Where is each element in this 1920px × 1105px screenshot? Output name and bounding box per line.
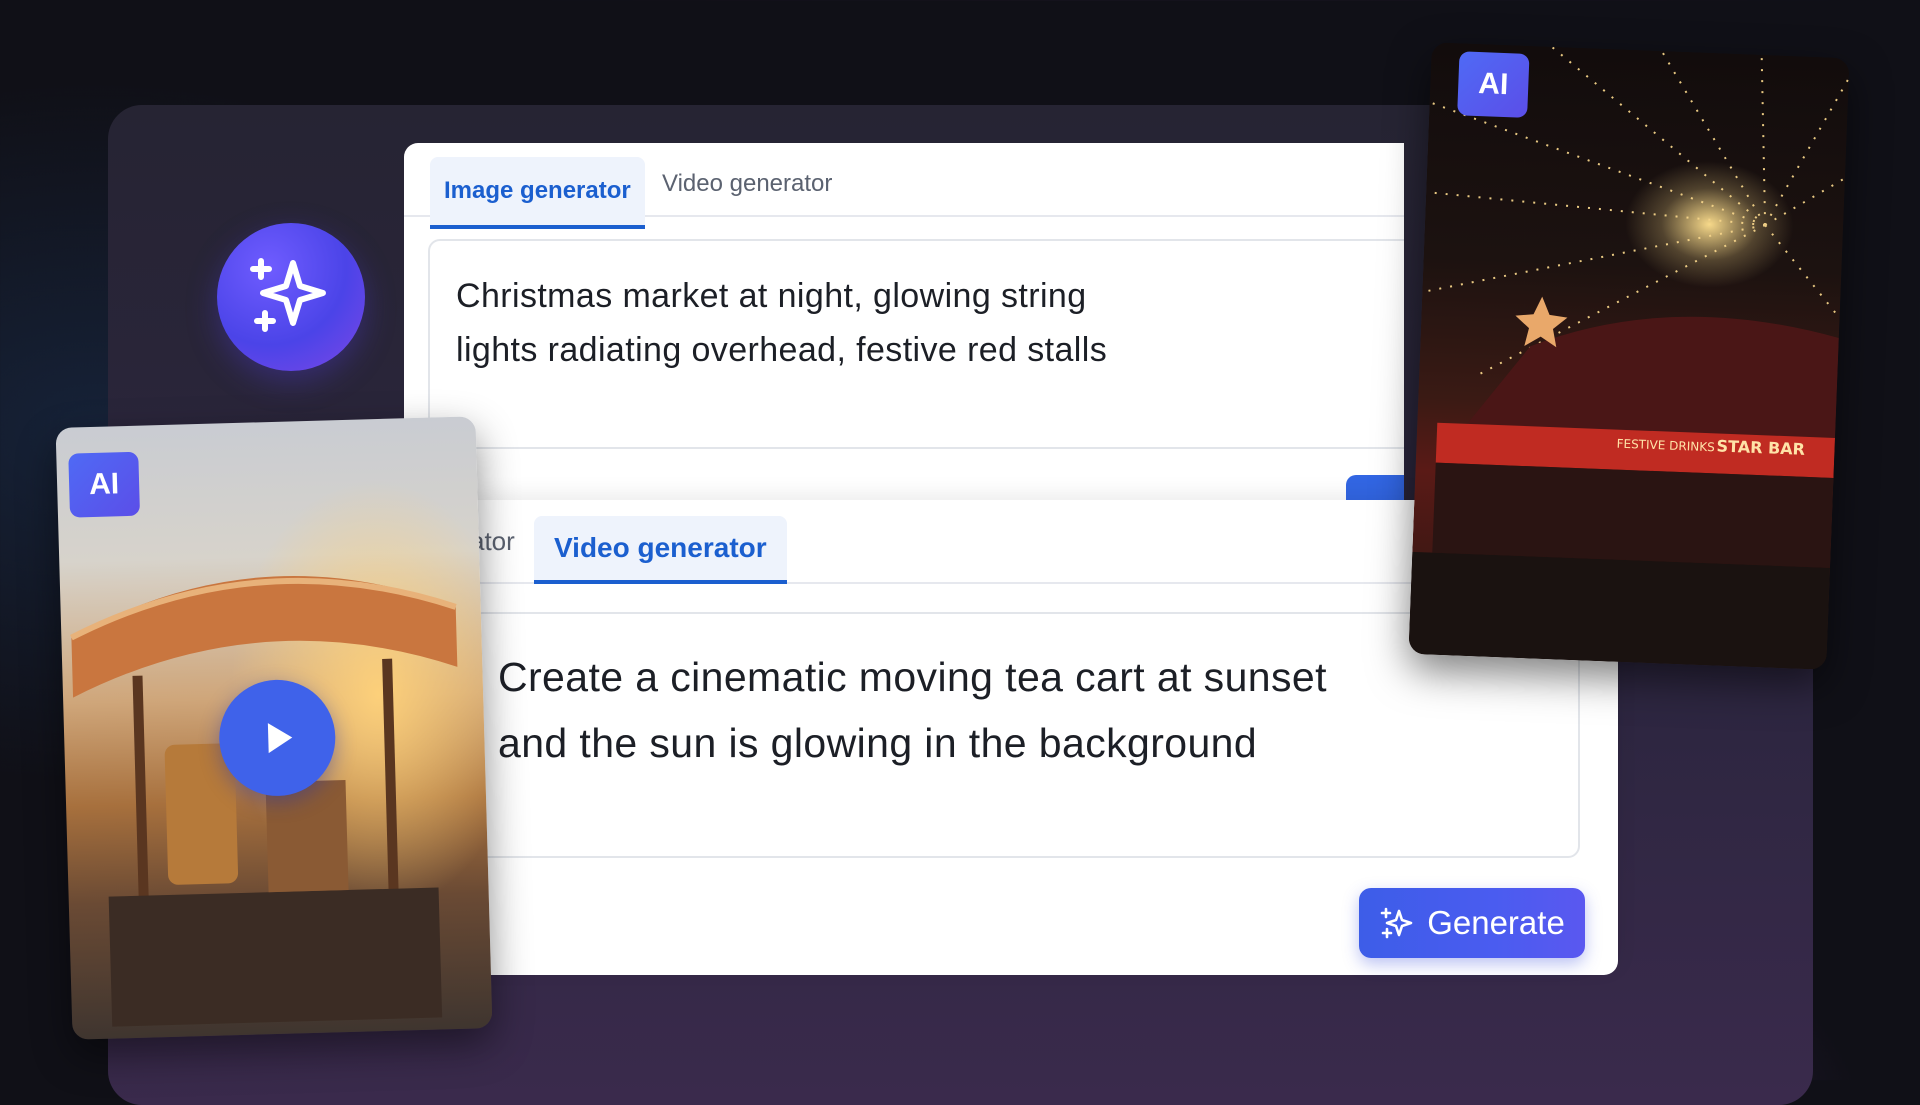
- video-preview-card[interactable]: AI: [55, 416, 493, 1040]
- generate-label: Generate: [1427, 904, 1565, 941]
- play-icon: [267, 723, 293, 754]
- ai-badge: AI: [68, 451, 141, 518]
- prompt-line: lights radiating overhead, festive red s…: [456, 331, 1108, 369]
- christmas-market-image: STAR BAR FESTIVE DRINKS: [1408, 46, 1850, 670]
- prompt-line: Christmas market at night, glowing strin…: [456, 277, 1087, 315]
- tab-video-generator[interactable]: Video generator: [534, 516, 787, 584]
- sparkle-icon: [217, 223, 365, 371]
- prompt-line: Create a cinematic moving tea cart at su…: [498, 654, 1327, 700]
- stall-sign: STAR BAR: [1716, 436, 1805, 458]
- image-prompt-input[interactable]: Christmas market at night, glowing strin…: [428, 239, 1404, 449]
- generate-button-partial[interactable]: [1346, 475, 1404, 503]
- ai-badge: AI: [1457, 51, 1530, 118]
- image-generator-panel: Image generator Video generator Christma…: [404, 143, 1404, 503]
- tab-image-generator[interactable]: Image generator: [430, 157, 645, 229]
- image-preview-card[interactable]: STAR BAR FESTIVE DRINKS AI: [1408, 42, 1850, 670]
- sparkle-icon: [1380, 907, 1413, 939]
- prompt-line: and the sun is glowing in the background: [498, 720, 1258, 766]
- generate-button[interactable]: Generate: [1359, 888, 1585, 958]
- tab-bar: Image generator Video generator: [404, 143, 1404, 229]
- tab-video-generator[interactable]: Video generator: [648, 149, 846, 219]
